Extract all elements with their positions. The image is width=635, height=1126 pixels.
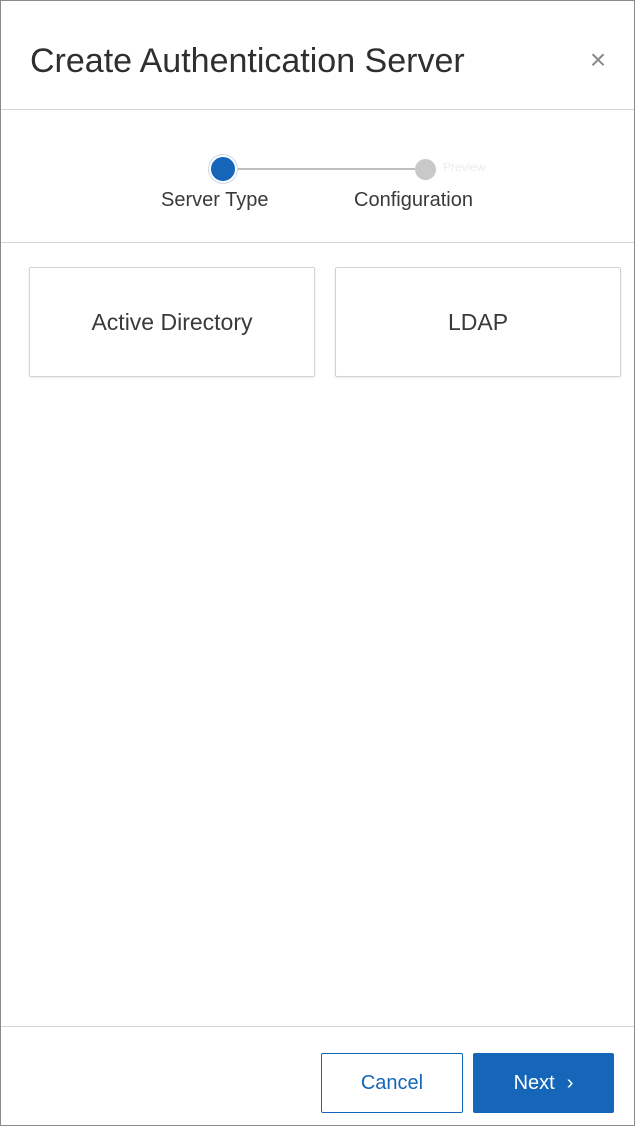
step-label-configuration: Configuration [354,189,473,211]
close-icon[interactable]: × [583,45,613,75]
step-indicator-configuration [415,159,436,180]
cancel-button-label: Cancel [360,1071,424,1094]
server-type-label: LDAP [447,308,509,335]
step-indicator-server-type [211,157,235,181]
step-faint-label: Preview [443,160,486,174]
next-button-label: Next [513,1071,555,1094]
server-type-card-active-directory[interactable]: Active Directory [29,267,315,377]
create-authentication-server-dialog: Create Authentication Server × Preview S… [0,0,635,1126]
cancel-button[interactable]: Cancel [321,1053,463,1113]
stepper-connector [237,168,415,170]
next-button[interactable]: Next › [473,1053,614,1113]
step-label-server-type: Server Type [161,189,269,211]
stepper: Preview Server Type Configuration [1,109,634,243]
chevron-right-icon: › [566,1072,574,1094]
dialog-header: Create Authentication Server × [1,1,634,110]
dialog-title: Create Authentication Server [30,42,465,80]
server-type-card-ldap[interactable]: LDAP [335,267,621,377]
dialog-footer: Cancel Next › [1,1026,634,1126]
server-type-label: Active Directory [91,308,253,335]
